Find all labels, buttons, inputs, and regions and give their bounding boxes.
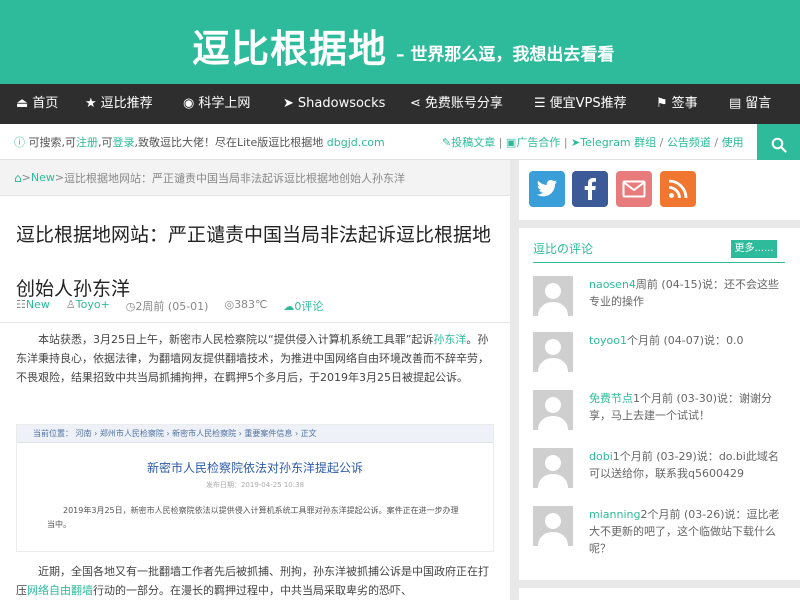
usage-link[interactable]: 使用 — [722, 136, 744, 149]
user-silhouette-icon — [533, 448, 573, 488]
panel-title-underline — [533, 262, 785, 263]
rss-icon — [668, 179, 688, 199]
user-silhouette-icon — [533, 276, 573, 316]
submit-article-link[interactable]: 投稿文章 — [451, 136, 495, 149]
article-card: ⌂ > New > 逗比根据地网站：严正谴责中国当局非法起诉逗比根据地创始人孙东… — [0, 160, 510, 600]
nav-item-message[interactable]: ▤ 留言 — [729, 84, 771, 124]
meta-divider — [0, 322, 510, 323]
nav-item-shadowsocks[interactable]: ➤ Shadowsocks — [283, 84, 385, 124]
facebook-button[interactable] — [572, 171, 608, 207]
home-icon[interactable]: ⌂ — [14, 171, 22, 185]
meta-comments[interactable]: 0评论 — [294, 300, 323, 313]
main-nav: ⏏ 首页 ★ 逗比推荐 ◉ 科学上网 ➤ Shadowsocks ⋖ 免费账号分享 ☰ 便宜… — [0, 84, 800, 124]
avatar — [533, 390, 573, 430]
nav-item-recommend[interactable]: ★ 逗比推荐 — [85, 84, 153, 124]
list-icon: ☷ — [16, 298, 26, 311]
doc-date: 发布日期：2019-04-25 10:38 — [205, 481, 305, 489]
user-icon: ♙ — [65, 298, 76, 311]
twitter-icon — [536, 180, 558, 197]
globe-icon: ◉ — [183, 96, 195, 111]
comment-text: mianning2个月前 (03-26)说：逗比老大不更新的吧了，这个临做站下载… — [589, 508, 780, 555]
breadcrumb: ⌂ > New > 逗比根据地网站：严正谴责中国当局非法起诉逗比根据地创始人孙东… — [0, 160, 510, 196]
nav-item-home[interactable]: ⏏ 首页 — [16, 84, 58, 124]
breadcrumb-current: 逗比根据地网站：严正谴责中国当局非法起诉逗比根据地创始人孙东洋 — [64, 171, 406, 185]
recent-comments-panel: 逗比の评论 更多...... naosen4周前 (04-15)说：还不会这些专… — [519, 220, 800, 580]
rss-button[interactable] — [660, 171, 696, 207]
site-header: 逗比根据地 – 世界那么逗，我想出去看看 — [0, 0, 800, 84]
edit-icon: ✎ — [442, 136, 452, 149]
user-silhouette-icon — [533, 506, 573, 546]
tag-link[interactable]: 孙东洋 — [433, 333, 466, 346]
meta-category[interactable]: New — [26, 298, 50, 311]
sidebar-next-panel — [519, 580, 800, 600]
ad-icon: ▣ — [505, 136, 517, 149]
more-comments-button[interactable]: 更多...... — [731, 240, 777, 258]
share-icon: ⋖ — [410, 96, 421, 111]
doc-title: 新密市人民检察院依法对孙东洋提起公诉 — [146, 461, 363, 475]
nav-item-free-accounts[interactable]: ⋖ 免费账号分享 — [410, 84, 503, 124]
comment-text: naosen4周前 (04-15)说：还不会这些专业的操作 — [589, 278, 779, 308]
avatar — [533, 506, 573, 546]
clock-icon: ◷ — [125, 300, 136, 313]
panel-title: 逗比の评论 — [533, 242, 594, 256]
user-silhouette-icon — [533, 390, 573, 430]
nav-item-vps[interactable]: ☰ 便宜VPS推荐 — [534, 84, 627, 124]
user-silhouette-icon — [533, 332, 573, 372]
nav-item-science[interactable]: ◉ 科学上网 — [183, 84, 250, 124]
twitter-button[interactable] — [529, 171, 565, 207]
flag-icon: ⚑ — [656, 96, 668, 111]
telegram-group-link[interactable]: Telegram 群组 — [580, 136, 656, 149]
register-link[interactable]: 注册 — [76, 136, 98, 149]
tag-link[interactable]: 翻墙 — [71, 584, 93, 597]
search-icon — [771, 137, 787, 153]
comment-text: 免费节点1个月前 (03-30)说：谢谢分享，马上去建一个试试！ — [589, 392, 773, 422]
comment-text: toyoo1个月前 (04-07)说：0.0 — [589, 334, 744, 347]
meta-time: 2周前 (05-01) — [135, 300, 209, 313]
doc-body: 2019年3月25日，新密市人民检察院依法以提供侵入计算机系统工具罪对孙东洋提起… — [47, 506, 459, 529]
star-icon: ★ — [85, 96, 97, 111]
breadcrumb-category[interactable]: New — [31, 171, 55, 184]
eject-icon: ⏏ — [16, 96, 29, 111]
message-icon: ▤ — [729, 96, 742, 111]
notice-links: ✎投稿文章 | ▣广告合作 | ➤Telegram 群组 / 公告频道 / 使用 — [442, 136, 744, 149]
login-link[interactable]: 登录 — [113, 136, 135, 149]
pin-icon: ⓘ — [14, 136, 25, 149]
meta-author[interactable]: Toyo+ — [76, 298, 110, 311]
server-icon: ☰ — [534, 96, 546, 111]
avatar — [533, 332, 573, 372]
article-paragraph: 近期，全国各地又有一批翻墙工作者先后被抓捕、刑拘，孙东洋被抓捕公诉是中国政府正在… — [16, 565, 489, 597]
avatar — [533, 276, 573, 316]
meta-views: 383℃ — [234, 298, 268, 311]
lite-site-link[interactable]: dbgjd.com — [327, 136, 385, 149]
comment-item[interactable]: naosen4周前 (04-15)说：还不会这些专业的操作 — [533, 276, 785, 324]
site-brand[interactable]: 逗比根据地 — [192, 18, 387, 73]
tag-link[interactable]: 网络自由 — [27, 584, 71, 597]
social-links — [519, 160, 800, 220]
eye-icon: ◎ — [224, 298, 235, 311]
comment-item[interactable]: dobi1个月前 (03-29)说：do.bi此域名可以送给你，联系我q5600… — [533, 448, 785, 496]
comment-icon: ☁ — [283, 300, 295, 313]
mail-icon — [622, 180, 646, 198]
paper-plane-icon: ➤ — [283, 96, 294, 111]
avatar — [533, 448, 573, 488]
article-paragraph: 本站获悉，3月25日上午，新密市人民检察院以“提供侵入计算机系统工具罪”起诉孙东… — [16, 333, 489, 384]
mail-button[interactable] — [616, 171, 652, 207]
doc-location-bar: 当前位置： 河南 › 郑州市人民检察院 › 新密市人民检察院 › 重要案件信息 … — [17, 425, 493, 443]
comment-item[interactable]: 免费节点1个月前 (03-30)说：谢谢分享，马上去建一个试试！ — [533, 390, 785, 438]
announcement-channel-link[interactable]: 公告频道 — [667, 136, 711, 149]
ad-cooperation-link[interactable]: 广告合作 — [516, 136, 560, 149]
article-image: 当前位置： 河南 › 郑州市人民检察院 › 新密市人民检察院 › 重要案件信息 … — [16, 424, 494, 552]
comment-item[interactable]: mianning2个月前 (03-26)说：逗比老大不更新的吧了，这个临做站下载… — [533, 506, 785, 555]
article-meta: ☷New ♙Toyo+ ◷2周前 (05-01) ◎383℃ ☁0评论 — [16, 298, 323, 314]
notice-text: ⓘ 可搜索,可注册,可登录,致敬逗比大佬！尽在Lite版逗比根据地 dbgjd.… — [14, 136, 385, 149]
comment-item[interactable]: toyoo1个月前 (04-07)说：0.0 — [533, 332, 785, 380]
notice-bar: ⓘ 可搜索,可注册,可登录,致敬逗比大佬！尽在Lite版逗比根据地 dbgjd.… — [0, 124, 800, 160]
facebook-icon — [584, 178, 596, 200]
telegram-icon: ➤ — [571, 136, 581, 149]
site-slogan: – 世界那么逗，我想出去看看 — [396, 45, 615, 65]
nav-item-sign[interactable]: ⚑ 签事 — [656, 84, 698, 124]
comment-text: dobi1个月前 (03-29)说：do.bi此域名可以送给你，联系我q5600… — [589, 450, 779, 480]
